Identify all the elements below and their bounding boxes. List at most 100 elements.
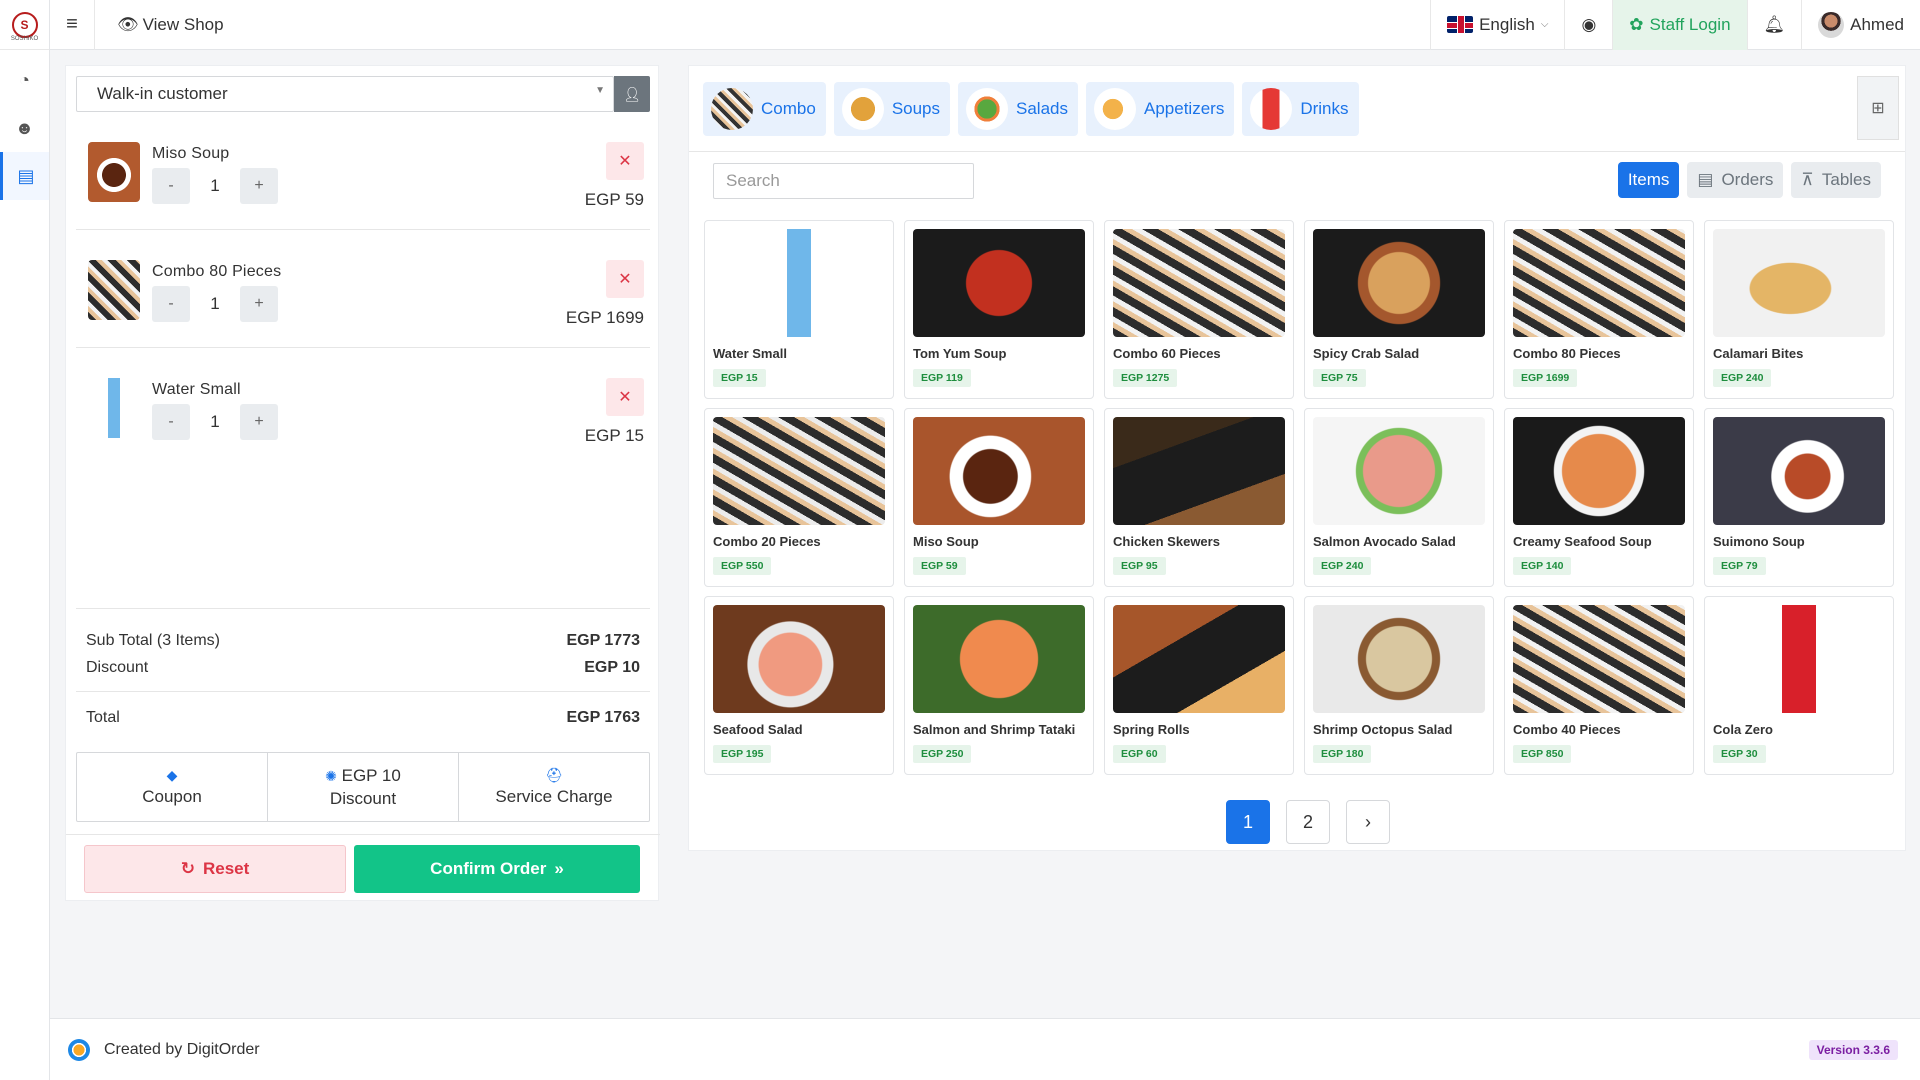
items-label: Items bbox=[1627, 170, 1670, 189]
waiter-call-button[interactable]: ◉ bbox=[1564, 0, 1612, 50]
user-menu[interactable]: Ahmed bbox=[1801, 0, 1920, 50]
language-selector[interactable]: English ⌵ bbox=[1430, 0, 1564, 50]
menu-toggle-icon[interactable]: ≡ bbox=[50, 0, 95, 50]
footer: Created by DigitOrder Version 3.3.6 bbox=[50, 1018, 1920, 1080]
product-price: EGP 30 bbox=[1713, 745, 1766, 763]
discount-button[interactable]: ✺ EGP 10 Discount bbox=[268, 753, 459, 821]
discount-btn-label: Discount bbox=[329, 788, 397, 808]
customer-select[interactable]: Walk-in customer ▼ bbox=[76, 76, 614, 112]
remove-item-button[interactable]: ✕ bbox=[606, 260, 644, 298]
product-image bbox=[713, 605, 885, 713]
brand-logo[interactable]: S SOSHIKO bbox=[0, 0, 49, 50]
category-salads[interactable]: Salads bbox=[958, 82, 1078, 136]
logo-text: SOSHIKO bbox=[10, 36, 39, 42]
product-image bbox=[1713, 229, 1885, 337]
staff-login-button[interactable]: ✿ Staff Login bbox=[1612, 0, 1747, 50]
product-image bbox=[713, 229, 885, 337]
product-price: EGP 1275 bbox=[1113, 369, 1178, 387]
products-panel: Combo Soups Salads Appetizers Drinks ⊞ S… bbox=[688, 65, 1906, 851]
quantity-stepper: - 1 + bbox=[152, 286, 278, 322]
decrease-button[interactable]: - bbox=[152, 168, 190, 204]
view-shop-link[interactable]: 👁 View Shop bbox=[117, 15, 224, 35]
search-input[interactable] bbox=[713, 163, 974, 199]
view-shop-label: View Shop bbox=[142, 14, 224, 34]
items-view-button[interactable]: Items bbox=[1617, 162, 1680, 198]
notifications-button[interactable]: 🔔︎ bbox=[1746, 0, 1802, 50]
service-charge-button[interactable]: ⛑ Service Charge bbox=[459, 753, 649, 821]
product-card[interactable]: Spring Rolls EGP 60 bbox=[1104, 596, 1294, 775]
product-price: EGP 79 bbox=[1713, 557, 1766, 575]
orders-view-button[interactable]: ▤ Orders bbox=[1687, 162, 1784, 198]
product-name: Calamari Bites bbox=[1713, 346, 1804, 361]
product-card[interactable]: Water Small EGP 15 bbox=[704, 220, 894, 399]
next-page-button[interactable]: › bbox=[1346, 800, 1390, 844]
uk-flag-icon bbox=[1447, 16, 1474, 33]
page-2-button[interactable]: 2 bbox=[1286, 800, 1330, 844]
category-soups[interactable]: Soups bbox=[833, 82, 951, 136]
cart-item-image bbox=[88, 260, 140, 320]
pos-icon[interactable]: ▤ bbox=[0, 152, 49, 200]
increase-button[interactable]: + bbox=[240, 168, 278, 204]
remove-item-button[interactable]: ✕ bbox=[606, 378, 644, 416]
product-card[interactable]: Combo 40 Pieces EGP 850 bbox=[1504, 596, 1694, 775]
staff-icon[interactable]: ☻ bbox=[0, 104, 49, 152]
total-value: EGP 1763 bbox=[566, 708, 640, 726]
product-image bbox=[1313, 417, 1485, 525]
product-price: EGP 240 bbox=[1313, 557, 1372, 575]
cart-buttons: ↻ Reset Confirm Order » bbox=[66, 834, 660, 902]
pagination: 1 2 › bbox=[1226, 800, 1390, 844]
product-grid: Water Small EGP 15 Tom Yum Soup EGP 119 Co… bbox=[704, 220, 1894, 775]
product-card[interactable]: Salmon and Shrimp Tataki EGP 250 bbox=[904, 596, 1094, 775]
product-image bbox=[713, 417, 885, 525]
product-name: Spicy Crab Salad bbox=[1313, 346, 1420, 361]
grid-view-icon[interactable]: ⊞ bbox=[1857, 76, 1899, 140]
product-name: Creamy Seafood Soup bbox=[1513, 534, 1652, 549]
product-price: EGP 550 bbox=[713, 557, 772, 575]
confirm-order-label: Confirm Order bbox=[430, 859, 547, 878]
category-drinks[interactable]: Drinks bbox=[1242, 82, 1359, 136]
page-1-button[interactable]: 1 bbox=[1226, 800, 1270, 844]
category-label: Combo bbox=[761, 99, 816, 118]
product-card[interactable]: Combo 60 Pieces EGP 1275 bbox=[1104, 220, 1294, 399]
product-card[interactable]: Cola Zero EGP 30 bbox=[1704, 596, 1894, 775]
product-card[interactable]: Miso Soup EGP 59 bbox=[904, 408, 1094, 587]
product-card[interactable]: Seafood Salad EGP 195 bbox=[704, 596, 894, 775]
remove-item-button[interactable]: ✕ bbox=[606, 142, 644, 180]
category-appetizers[interactable]: Appetizers bbox=[1086, 82, 1235, 136]
add-customer-button[interactable]: 👤︎ bbox=[614, 76, 650, 112]
user-plus-icon: 👤︎ bbox=[623, 85, 641, 102]
product-image bbox=[1313, 605, 1485, 713]
product-card[interactable]: Salmon Avocado Salad EGP 240 bbox=[1304, 408, 1494, 587]
coupon-label: Coupon bbox=[142, 787, 202, 806]
product-card[interactable]: Calamari Bites EGP 240 bbox=[1704, 220, 1894, 399]
product-card[interactable]: Shrimp Octopus Salad EGP 180 bbox=[1304, 596, 1494, 775]
product-card[interactable]: Combo 80 Pieces EGP 1699 bbox=[1504, 220, 1694, 399]
increase-button[interactable]: + bbox=[240, 404, 278, 440]
increase-button[interactable]: + bbox=[240, 286, 278, 322]
product-name: Combo 20 Pieces bbox=[713, 534, 821, 549]
reset-button[interactable]: ↻ Reset bbox=[84, 845, 346, 893]
product-card[interactable]: Suimono Soup EGP 79 bbox=[1704, 408, 1894, 587]
tables-view-button[interactable]: ⊼ Tables bbox=[1791, 162, 1881, 198]
product-card[interactable]: Creamy Seafood Soup EGP 140 bbox=[1504, 408, 1694, 587]
category-label: Soups bbox=[891, 99, 941, 118]
category-label: Appetizers bbox=[1144, 99, 1225, 118]
dashboard-icon[interactable]: ◔ bbox=[0, 56, 49, 104]
product-name: Salmon and Shrimp Tataki bbox=[913, 722, 1076, 737]
product-card[interactable]: Chicken Skewers EGP 95 bbox=[1104, 408, 1294, 587]
chevron-down-icon: ⌵ bbox=[1540, 19, 1549, 30]
product-card[interactable]: Tom Yum Soup EGP 119 bbox=[904, 220, 1094, 399]
confirm-order-button[interactable]: Confirm Order » bbox=[354, 845, 640, 893]
user-name: Ahmed bbox=[1850, 14, 1904, 34]
product-price: EGP 140 bbox=[1513, 557, 1572, 575]
product-card[interactable]: Combo 20 Pieces EGP 550 bbox=[704, 408, 894, 587]
product-card[interactable]: Spicy Crab Salad EGP 75 bbox=[1304, 220, 1494, 399]
product-name: Combo 60 Pieces bbox=[1113, 346, 1221, 361]
decrease-button[interactable]: - bbox=[152, 286, 190, 322]
refresh-icon: ↻ bbox=[180, 859, 195, 878]
coupon-button[interactable]: ◆ Coupon bbox=[77, 753, 268, 821]
quantity-value: 1 bbox=[210, 294, 220, 313]
decrease-button[interactable]: - bbox=[152, 404, 190, 440]
cart-item: Miso Soup - 1 + ✕ EGP 59 bbox=[76, 112, 650, 230]
category-combo[interactable]: Combo bbox=[703, 82, 826, 136]
